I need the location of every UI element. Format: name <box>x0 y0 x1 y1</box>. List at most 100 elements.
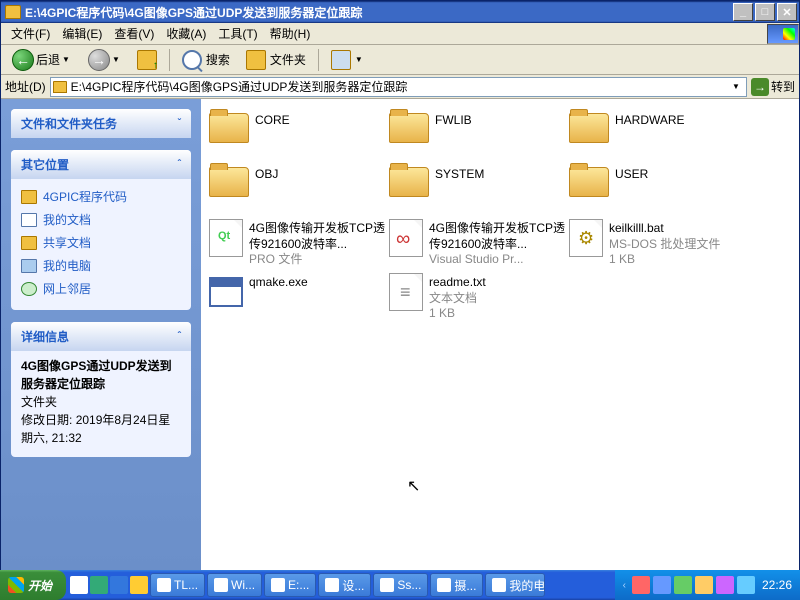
back-icon: ← <box>12 49 34 71</box>
menu-help[interactable]: 帮助(H) <box>264 23 317 44</box>
file-list[interactable]: CORE FWLIBHARDWARE OBJSYSTEM USER 4G图像传输开发板T… <box>201 99 799 570</box>
taskbar-button[interactable]: 设... <box>318 573 371 597</box>
forward-button[interactable]: → ▼ <box>81 46 127 74</box>
taskbar-label: 我的电脑 <box>509 577 545 594</box>
sidebar-place-link[interactable]: 共享文档 <box>21 231 181 254</box>
folders-button[interactable]: 文件夹 <box>240 48 312 72</box>
file-item[interactable]: 4G图像传输开发板TCP透传921600波特率...Visual Studio … <box>389 219 569 269</box>
views-icon <box>331 50 351 70</box>
search-label: 搜索 <box>206 51 230 68</box>
places-title: 其它位置 <box>21 156 69 173</box>
app-icon <box>492 578 506 592</box>
file-item[interactable]: OBJ <box>209 165 389 215</box>
go-label: 转到 <box>771 78 795 95</box>
address-path: E:\4GPIC程序代码\4G图像GPS通过UDP发送到服务器定位跟踪 <box>71 78 724 95</box>
details-panel-header[interactable]: 详细信息 ˆ <box>11 322 191 351</box>
collapse-icon: ˆ <box>178 159 181 170</box>
file-icon <box>569 219 603 257</box>
back-button[interactable]: ← 后退 ▼ <box>5 46 77 74</box>
tasks-panel: 文件和文件夹任务 ˇ <box>11 109 191 138</box>
taskbar-button[interactable]: Wi... <box>207 573 262 597</box>
file-label: USER <box>615 165 648 183</box>
details-panel: 详细信息 ˆ 4G图像GPS通过UDP发送到服务器定位跟踪 文件夹 修改日期: … <box>11 322 191 457</box>
sidebar-place-link[interactable]: 我的文档 <box>21 208 181 231</box>
details-title: 详细信息 <box>21 328 69 345</box>
clock[interactable]: 22:26 <box>762 578 792 592</box>
taskbar-label: Wi... <box>231 578 255 592</box>
taskbar-label: 设... <box>342 577 364 594</box>
content-area: 文件和文件夹任务 ˇ 其它位置 ˆ 4GPIC程序代码我的文档共享文档我的电脑网… <box>1 99 799 570</box>
folder-icon <box>21 236 37 250</box>
maximize-button[interactable]: □ <box>755 3 775 21</box>
tray-icon[interactable] <box>632 576 650 594</box>
file-item[interactable]: 4G图像传输开发板TCP透传921600波特率...PRO 文件 <box>209 219 389 269</box>
address-dropdown-icon[interactable]: ▼ <box>728 82 744 91</box>
start-button[interactable]: 开始 <box>0 570 66 600</box>
taskbar-button[interactable]: 摄... <box>430 573 483 597</box>
folder-icon <box>209 113 249 143</box>
tasks-panel-header[interactable]: 文件和文件夹任务 ˇ <box>11 109 191 138</box>
taskbar-button[interactable]: E:... <box>264 573 316 597</box>
file-label: CORE <box>255 111 290 129</box>
taskbar-button[interactable]: 我的电脑 <box>485 573 545 597</box>
up-folder-icon <box>137 50 157 70</box>
folders-label: 文件夹 <box>270 51 306 68</box>
views-button[interactable]: ▼ <box>325 48 369 72</box>
file-item[interactable]: HARDWARE <box>569 111 749 161</box>
menu-view[interactable]: 查看(V) <box>108 23 160 44</box>
file-label: 4G图像传输开发板TCP透传921600波特率...Visual Studio … <box>429 219 569 268</box>
file-item[interactable]: readme.txt文本文档1 KB <box>389 273 569 323</box>
ql-icon[interactable] <box>110 576 128 594</box>
file-icon <box>389 219 423 257</box>
sidebar-place-link[interactable]: 网上邻居 <box>21 277 181 300</box>
titlebar[interactable]: E:\4GPIC程序代码\4G图像GPS通过UDP发送到服务器定位跟踪 _ □ … <box>1 1 799 23</box>
ql-icon[interactable] <box>70 576 88 594</box>
net-icon <box>21 282 37 296</box>
tray-icon[interactable] <box>737 576 755 594</box>
doc-icon <box>21 213 37 227</box>
file-label: keilkilll.batMS-DOS 批处理文件1 KB <box>609 219 720 268</box>
taskbar-button[interactable]: Ss... <box>373 573 428 597</box>
taskbar-button[interactable]: TL... <box>150 573 205 597</box>
file-item[interactable]: FWLIB <box>389 111 569 161</box>
menubar: 文件(F) 编辑(E) 查看(V) 收藏(A) 工具(T) 帮助(H) <box>1 23 799 45</box>
separator <box>169 49 170 71</box>
app-icon <box>214 578 228 592</box>
places-panel-header[interactable]: 其它位置 ˆ <box>11 150 191 179</box>
file-item[interactable]: USER <box>569 165 749 215</box>
folders-icon <box>246 50 266 70</box>
menu-tools[interactable]: 工具(T) <box>212 23 263 44</box>
address-input[interactable]: E:\4GPIC程序代码\4G图像GPS通过UDP发送到服务器定位跟踪 ▼ <box>50 77 747 97</box>
search-button[interactable]: 搜索 <box>176 48 236 72</box>
sidebar-place-link[interactable]: 4GPIC程序代码 <box>21 185 181 208</box>
taskbar-label: 摄... <box>454 577 476 594</box>
folder-icon <box>389 167 429 197</box>
file-item[interactable]: CORE <box>209 111 389 161</box>
places-panel: 其它位置 ˆ 4GPIC程序代码我的文档共享文档我的电脑网上邻居 <box>11 150 191 310</box>
tray-icon[interactable] <box>695 576 713 594</box>
place-label: 我的电脑 <box>43 257 91 274</box>
sidebar: 文件和文件夹任务 ˇ 其它位置 ˆ 4GPIC程序代码我的文档共享文档我的电脑网… <box>1 99 201 570</box>
file-icon <box>209 277 243 307</box>
tray-expand-icon[interactable]: ‹ <box>623 580 626 591</box>
folder-icon <box>389 113 429 143</box>
go-button[interactable]: → 转到 <box>751 78 795 96</box>
ql-icon[interactable] <box>130 576 148 594</box>
close-button[interactable]: ✕ <box>777 3 797 21</box>
tray-icon[interactable] <box>653 576 671 594</box>
menu-edit[interactable]: 编辑(E) <box>56 23 108 44</box>
tray-icon[interactable] <box>716 576 734 594</box>
taskbar-label: Ss... <box>397 578 421 592</box>
ql-icon[interactable] <box>90 576 108 594</box>
tray-icon[interactable] <box>674 576 692 594</box>
file-item[interactable]: SYSTEM <box>389 165 569 215</box>
up-button[interactable] <box>131 48 163 72</box>
menu-file[interactable]: 文件(F) <box>5 23 56 44</box>
minimize-button[interactable]: _ <box>733 3 753 21</box>
file-item[interactable]: qmake.exe <box>209 273 389 323</box>
menu-fav[interactable]: 收藏(A) <box>160 23 212 44</box>
system-tray: ‹ 22:26 <box>615 570 800 600</box>
file-item[interactable]: keilkilll.batMS-DOS 批处理文件1 KB <box>569 219 749 269</box>
sidebar-place-link[interactable]: 我的电脑 <box>21 254 181 277</box>
folder-icon <box>21 190 37 204</box>
